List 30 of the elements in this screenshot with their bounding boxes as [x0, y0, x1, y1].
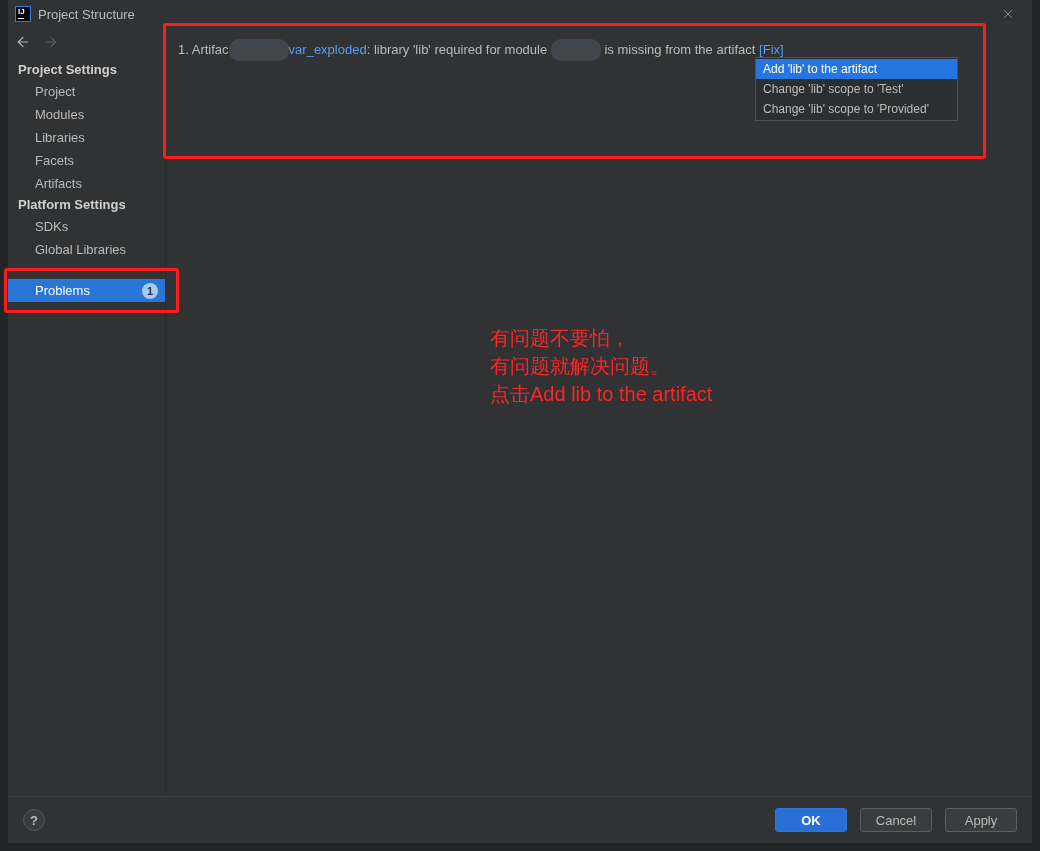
help-button[interactable]: ?	[23, 809, 45, 831]
blurred-redaction	[228, 39, 289, 61]
artifact-link[interactable]: var_exploded	[288, 42, 367, 57]
sidebar-item[interactable]: Facets	[8, 149, 165, 172]
menu-item[interactable]: Change 'lib' scope to 'Provided'	[756, 99, 957, 119]
problem-message: 1. Artifac var_exploded: library 'lib' required for module is missing from the artifact [Fix]	[178, 39, 1020, 61]
sidebar-item[interactable]: Project	[8, 80, 165, 103]
menu-item[interactable]: Add 'lib' to the artifact	[756, 59, 957, 79]
sidebar-item[interactable]: Libraries	[8, 126, 165, 149]
annotation-text: 有问题就解决问题。	[490, 354, 671, 379]
ok-button[interactable]: OK	[775, 808, 847, 832]
annotation-text: 有问题不要怕，	[490, 326, 631, 351]
menu-item[interactable]: Change 'lib' scope to 'Test'	[756, 79, 957, 99]
app-logo: IJ	[15, 6, 31, 22]
blurred-redaction	[550, 39, 601, 61]
sidebar-item[interactable]: Problems 1	[8, 279, 165, 302]
close-icon[interactable]	[1001, 7, 1015, 21]
count-badge: 1	[142, 282, 158, 299]
sidebar-item[interactable]: Modules	[8, 103, 165, 126]
annotation-text: 点击Add lib to the artifact	[490, 382, 713, 407]
sidebar-item[interactable]: SDKs	[8, 215, 165, 238]
dialog-button[interactable]: Cancel	[860, 808, 932, 832]
fix-link[interactable]: [Fix]	[759, 42, 784, 57]
dialog-button[interactable]: Apply	[945, 808, 1017, 832]
sidebar-item[interactable]: Global Libraries	[8, 238, 165, 261]
section-heading: Project Settings	[17, 61, 118, 79]
window-title: Project Structure	[38, 6, 135, 22]
sidebar-item-label: Problems	[35, 282, 91, 300]
section-heading: Platform Settings	[17, 196, 127, 214]
sidebar-item[interactable]: Artifacts	[8, 172, 165, 195]
